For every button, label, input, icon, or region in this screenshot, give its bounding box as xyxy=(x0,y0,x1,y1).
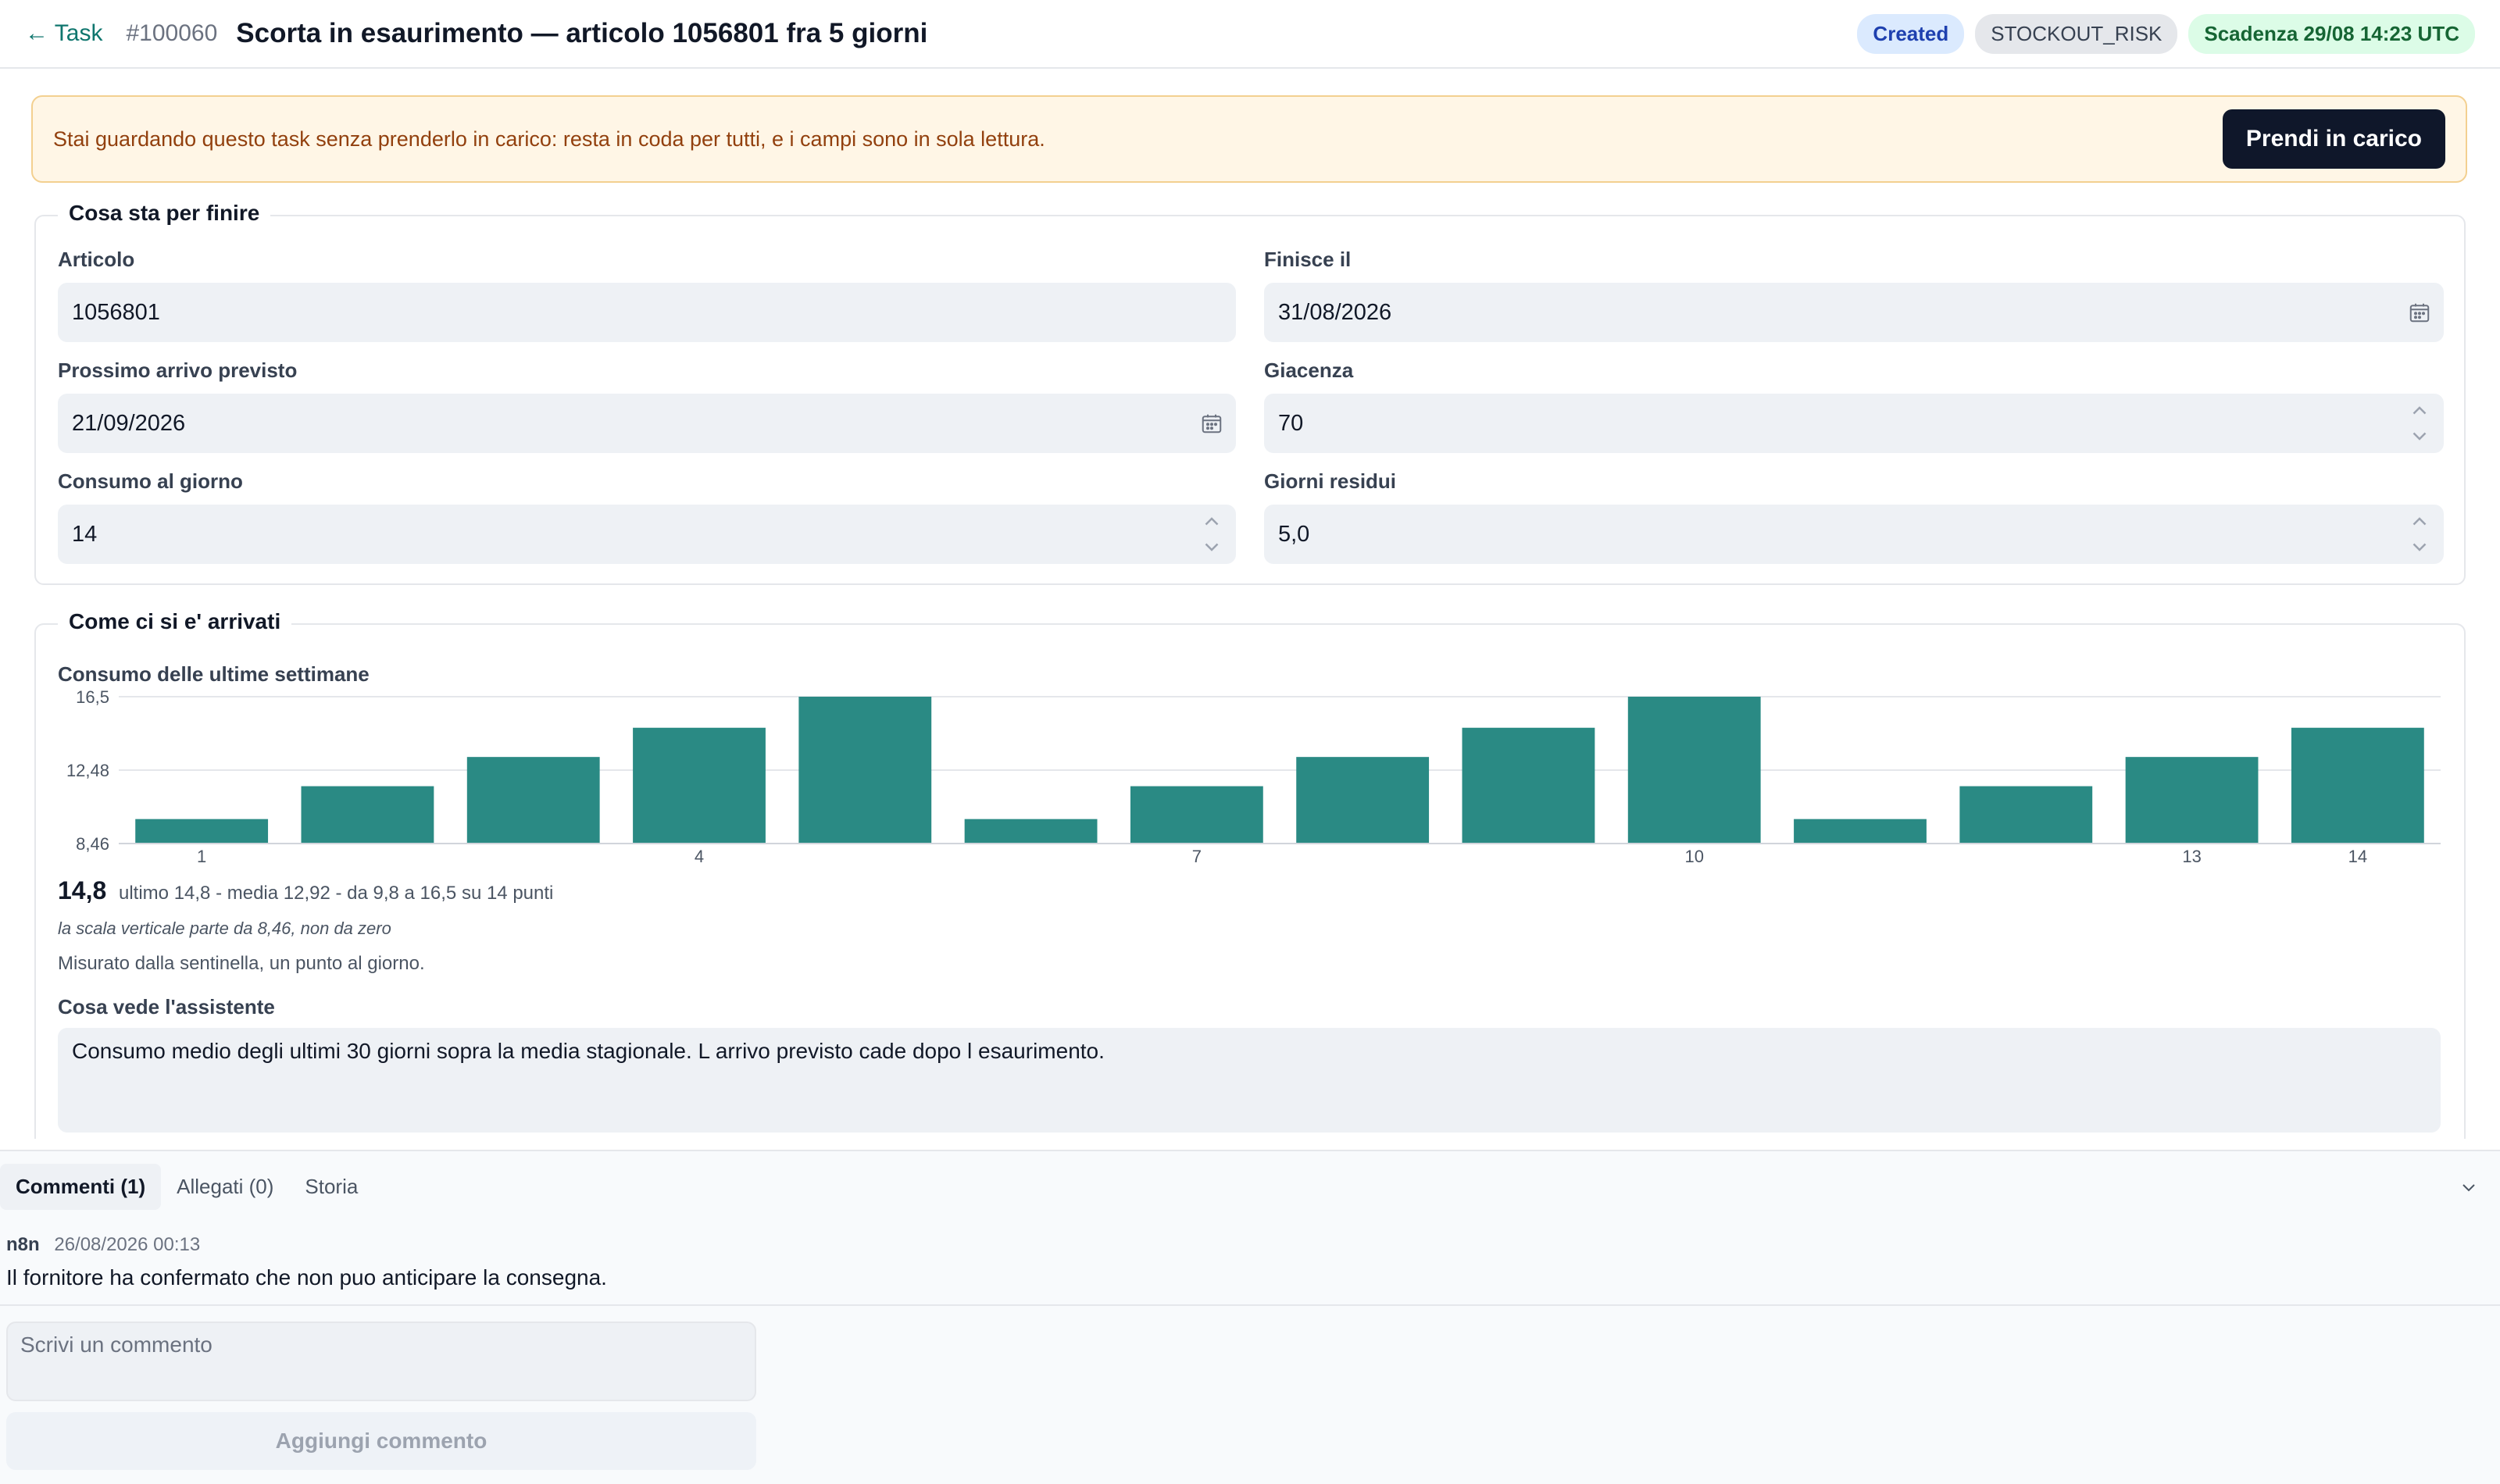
chevron-down-icon[interactable] xyxy=(2459,1178,2478,1197)
page-title: Scorta in esaurimento — articolo 1056801… xyxy=(236,18,928,48)
comment-text: Il fornitore ha confermato che non puo a… xyxy=(6,1265,607,1290)
field-finisce-il: Finisce il 31/08/2026 xyxy=(1264,248,2444,342)
tab-commenti[interactable]: Commenti (1) xyxy=(0,1164,162,1210)
bar xyxy=(1130,786,1263,844)
field-value: 21/09/2026 xyxy=(72,410,186,436)
divider xyxy=(0,1304,2500,1306)
field-value: 70 xyxy=(1278,410,1304,436)
bar xyxy=(2291,727,2424,844)
chart-label: Consumo delle ultime settimane xyxy=(58,662,370,686)
finisce-il-date-input[interactable]: 31/08/2026 xyxy=(1264,283,2444,342)
back-to-tasks-link[interactable]: ← Task xyxy=(25,20,102,47)
x-tick-label: 14 xyxy=(2348,847,2367,866)
comment-date: 26/08/2026 00:13 xyxy=(54,1234,201,1255)
bar xyxy=(633,727,766,844)
bar xyxy=(466,757,600,844)
x-tick-label: 13 xyxy=(2182,847,2201,866)
field-giorni-residui: Giorni residui 5,0 xyxy=(1264,469,2444,564)
y-tick-label: 12,48 xyxy=(66,761,109,780)
field-consumo: Consumo al giorno 14 xyxy=(58,469,1236,564)
giorni-residui-number-input[interactable]: 5,0 xyxy=(1264,505,2444,564)
chart-stats: ultimo 14,8 - media 12,92 - da 9,8 a 16,… xyxy=(119,883,554,904)
x-tick-label: 7 xyxy=(1192,847,1202,866)
y-tick-label: 16,5 xyxy=(76,687,109,707)
field-label: Giacenza xyxy=(1264,359,1354,382)
spinner-arrows-icon[interactable] xyxy=(1200,511,1223,558)
top-bar: ← Task #100060 Scorta in esaurimento — a… xyxy=(0,0,2500,69)
field-label: Prossimo arrivo previsto xyxy=(58,359,298,382)
add-comment-button[interactable]: Aggiungi commento xyxy=(6,1412,756,1470)
prossimo-arrivo-date-input[interactable]: 21/09/2026 xyxy=(58,394,1236,453)
field-giacenza: Giacenza 70 xyxy=(1264,359,2444,453)
bar xyxy=(135,819,269,844)
field-label: Articolo xyxy=(58,248,135,271)
section-how-title: Come ci si e' arrivati xyxy=(58,609,292,634)
field-value: 31/08/2026 xyxy=(1278,299,1392,325)
consumption-bar-chart: 16,512,488,461 4 7 10 13 14 xyxy=(66,687,2441,866)
bar xyxy=(2125,757,2259,844)
read-only-banner: Stai guardando questo task senza prender… xyxy=(31,95,2467,183)
bar xyxy=(1959,786,2093,844)
assistant-text: Consumo medio degli ultimi 30 giorni sop… xyxy=(72,1039,1105,1063)
comment-placeholder: Scrivi un commento xyxy=(20,1332,212,1357)
x-tick-label: 4 xyxy=(695,847,704,866)
comment-input[interactable]: Scrivi un commento xyxy=(6,1322,756,1401)
take-charge-button[interactable]: Prendi in carico xyxy=(2222,109,2445,169)
field-value: 5,0 xyxy=(1278,521,1310,547)
articolo-input[interactable]: 1056801 xyxy=(58,283,1236,342)
bar xyxy=(964,819,1098,844)
consumo-number-input[interactable]: 14 xyxy=(58,505,1236,564)
section-what: Cosa sta per finire Articolo 1056801 Fin… xyxy=(34,201,2466,585)
assistant-textarea[interactable]: Consumo medio degli ultimi 30 giorni sop… xyxy=(58,1028,2441,1133)
measure-note: Misurato dalla sentinella, un punto al g… xyxy=(58,953,425,974)
bar xyxy=(1296,757,1430,844)
due-badge: Scadenza 29/08 14:23 UTC xyxy=(2188,13,2475,54)
field-value: 1056801 xyxy=(72,299,160,325)
banner-text: Stai guardando questo task senza prender… xyxy=(53,127,1045,151)
field-value: 14 xyxy=(72,521,98,547)
bar xyxy=(798,697,932,844)
calendar-icon[interactable] xyxy=(1200,412,1223,435)
spinner-arrows-icon[interactable] xyxy=(2408,400,2431,447)
latest-value: 14,8 xyxy=(58,876,107,904)
y-tick-label: 8,46 xyxy=(76,834,109,854)
comment-author: n8n xyxy=(6,1234,40,1255)
field-articolo: Articolo 1056801 xyxy=(58,248,1236,342)
bar xyxy=(1462,727,1595,844)
comments-panel: Commenti (1) Allegati (0) Storia n8n 26/… xyxy=(0,1150,2500,1484)
bar xyxy=(1794,819,1927,844)
comment-meta: n8n 26/08/2026 00:13 xyxy=(6,1234,200,1256)
badge-group: Created STOCKOUT_RISK Scadenza 29/08 14:… xyxy=(1857,13,2475,54)
giacenza-number-input[interactable]: 70 xyxy=(1264,394,2444,453)
tab-storia[interactable]: Storia xyxy=(289,1164,373,1210)
type-badge: STOCKOUT_RISK xyxy=(1975,13,2178,54)
bar xyxy=(1627,697,1761,844)
x-tick-label: 1 xyxy=(197,847,206,866)
spinner-arrows-icon[interactable] xyxy=(2408,511,2431,558)
bar xyxy=(301,786,434,844)
calendar-icon[interactable] xyxy=(2408,301,2431,324)
scale-note: la scala verticale parte da 8,46, non da… xyxy=(58,919,391,938)
status-badge: Created xyxy=(1857,13,1965,54)
section-how: Come ci si e' arrivati Consumo delle ult… xyxy=(34,609,2466,1139)
assistant-label: Cosa vede l'assistente xyxy=(58,995,275,1018)
task-id: #100060 xyxy=(126,20,218,46)
comments-tabs: Commenti (1) Allegati (0) Storia xyxy=(0,1164,373,1210)
field-label: Consumo al giorno xyxy=(58,469,243,493)
x-tick-label: 10 xyxy=(1684,847,1703,866)
field-label: Giorni residui xyxy=(1264,469,1397,493)
tab-allegati[interactable]: Allegati (0) xyxy=(161,1164,289,1210)
field-label: Finisce il xyxy=(1264,248,1352,271)
section-what-title: Cosa sta per finire xyxy=(58,201,271,226)
field-prossimo-arrivo: Prossimo arrivo previsto 21/09/2026 xyxy=(58,359,1236,453)
